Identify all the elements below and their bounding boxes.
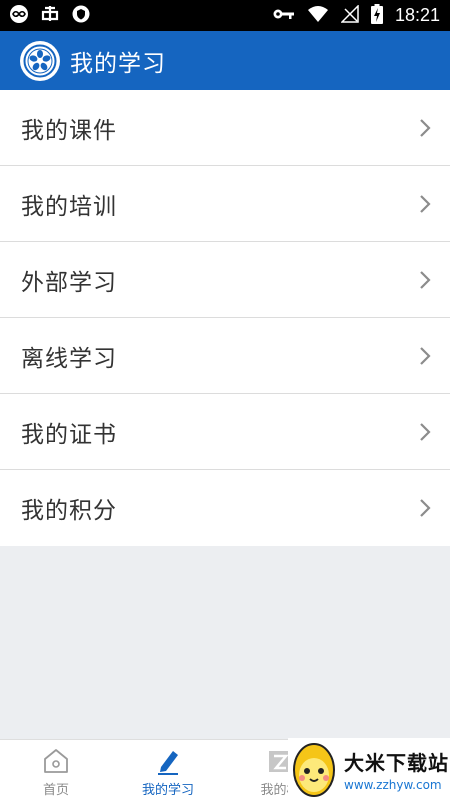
menu-item-points[interactable]: 我的积分 <box>0 470 450 546</box>
chevron-right-icon <box>420 118 431 137</box>
chevron-right-icon <box>420 422 431 441</box>
chevron-right-icon <box>420 346 431 365</box>
battery-charging-icon <box>370 3 383 28</box>
watermark-url: www.zzhyw.com <box>344 777 442 792</box>
no-signal-icon <box>340 3 359 27</box>
nav-home[interactable]: 首页 <box>0 740 112 800</box>
menu-item-label: 外部学习 <box>21 269 117 296</box>
menu-item-offline-learning[interactable]: 离线学习 <box>0 318 450 394</box>
menu-item-label: 我的培训 <box>21 193 117 220</box>
nav-label: 我的学习 <box>141 783 194 798</box>
watermark-title: 大米下载站 <box>344 750 449 775</box>
menu-item-label: 我的积分 <box>21 498 117 524</box>
emblem-logo <box>20 40 60 81</box>
home-icon <box>44 749 68 773</box>
chevron-right-icon <box>420 270 431 289</box>
notification-icon <box>39 3 61 29</box>
learning-menu: 我的课件 我的培训 外部学习 离线学习 我的证书 我的积分 <box>0 90 450 546</box>
app-bar: 我的学习 <box>0 31 450 90</box>
menu-item-training[interactable]: 我的培训 <box>0 166 450 242</box>
menu-item-external-learning[interactable]: 外部学习 <box>0 242 450 318</box>
menu-item-label: 我的证书 <box>21 421 117 448</box>
menu-item-label: 离线学习 <box>21 345 117 372</box>
pen-icon <box>158 751 178 775</box>
clock: 18:21 <box>394 5 440 25</box>
chevron-right-icon <box>420 499 431 517</box>
watermark-badge: 大米下载站 www.zzhyw.com <box>288 738 450 800</box>
menu-item-label: 我的课件 <box>21 117 117 144</box>
egg-mascot-icon <box>293 743 335 797</box>
wifi-icon <box>307 5 329 27</box>
page-title: 我的学习 <box>70 50 166 77</box>
status-bar: 18:21 <box>0 0 450 31</box>
key-icon <box>273 6 295 25</box>
infinity-icon <box>9 4 29 28</box>
shield-icon <box>71 4 91 28</box>
nav-label: 首页 <box>42 783 69 798</box>
chevron-right-icon <box>420 194 431 213</box>
menu-item-courseware[interactable]: 我的课件 <box>0 90 450 166</box>
nav-my-learning[interactable]: 我的学习 <box>112 740 224 800</box>
menu-item-certificates[interactable]: 我的证书 <box>0 394 450 470</box>
